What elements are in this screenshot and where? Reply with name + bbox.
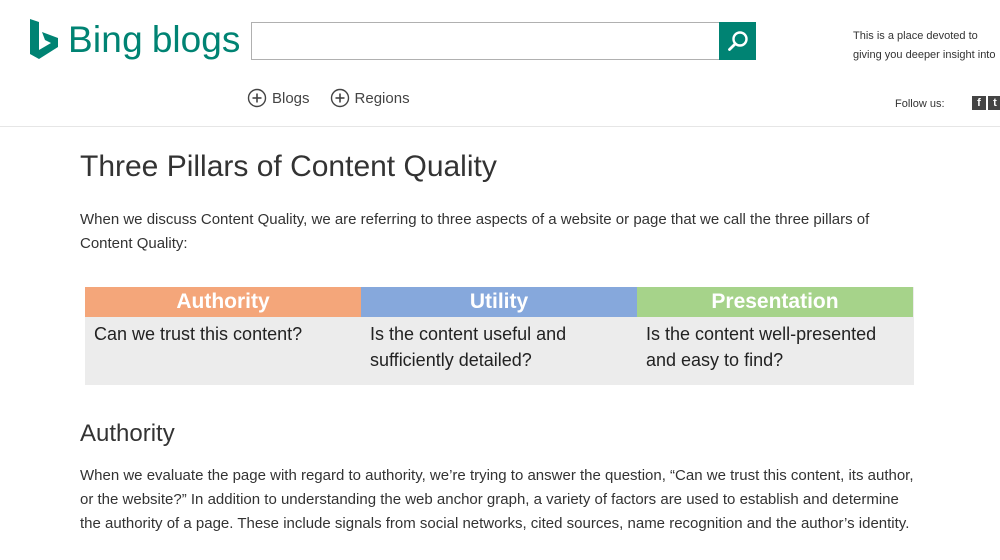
logo-bing-text: Bing xyxy=(68,18,143,60)
pillar-header: Presentation xyxy=(637,287,913,317)
pillar-question: Can we trust this content? xyxy=(94,324,303,344)
twitter-icon[interactable]: t xyxy=(988,96,1000,110)
facebook-icon[interactable]: f xyxy=(972,96,986,110)
pillar-question: Is the content well-presented and easy t… xyxy=(646,324,877,370)
site-tagline: This is a place devoted to giving you de… xyxy=(853,30,996,61)
plus-circle-icon xyxy=(247,88,267,108)
pillar-presentation: Presentation Is the content well-present… xyxy=(637,287,913,373)
pillar-question: Is the content useful and sufficiently d… xyxy=(370,324,567,370)
search-icon xyxy=(727,31,748,51)
section-title: Authority xyxy=(80,420,175,447)
follow-us-label: Follow us: xyxy=(895,98,945,110)
bing-logo-icon xyxy=(30,19,58,59)
nav-item-regions[interactable]: Regions xyxy=(330,88,410,108)
pillars-table: Authority Can we trust this content? Uti… xyxy=(85,287,914,385)
search-input[interactable] xyxy=(252,23,719,59)
search-button[interactable] xyxy=(719,22,756,60)
article-intro: When we discuss Content Quality, we are … xyxy=(80,211,870,252)
plus-circle-icon xyxy=(330,88,349,108)
bing-blogs-logo[interactable]: Bing blogs xyxy=(28,16,240,62)
logo-blogs-text: blogs xyxy=(151,18,241,60)
section-body: When we evaluate the page with regard to… xyxy=(80,467,914,532)
site-header: Bing blogs This is a place devoted to gi… xyxy=(0,0,1000,127)
search-box xyxy=(251,22,756,60)
nav-item-label: Blogs xyxy=(272,89,310,107)
nav-item-label: Regions xyxy=(354,89,410,107)
nav-item-blogs[interactable]: Blogs xyxy=(247,88,310,108)
article-title: Three Pillars of Content Quality xyxy=(80,150,497,183)
main-nav: Blogs Regions xyxy=(247,88,430,108)
pillar-header: Authority xyxy=(85,287,361,317)
pillar-header: Utility xyxy=(361,287,637,317)
pillar-authority: Authority Can we trust this content? xyxy=(85,287,361,347)
pillar-utility: Utility Is the content useful and suffic… xyxy=(361,287,637,373)
